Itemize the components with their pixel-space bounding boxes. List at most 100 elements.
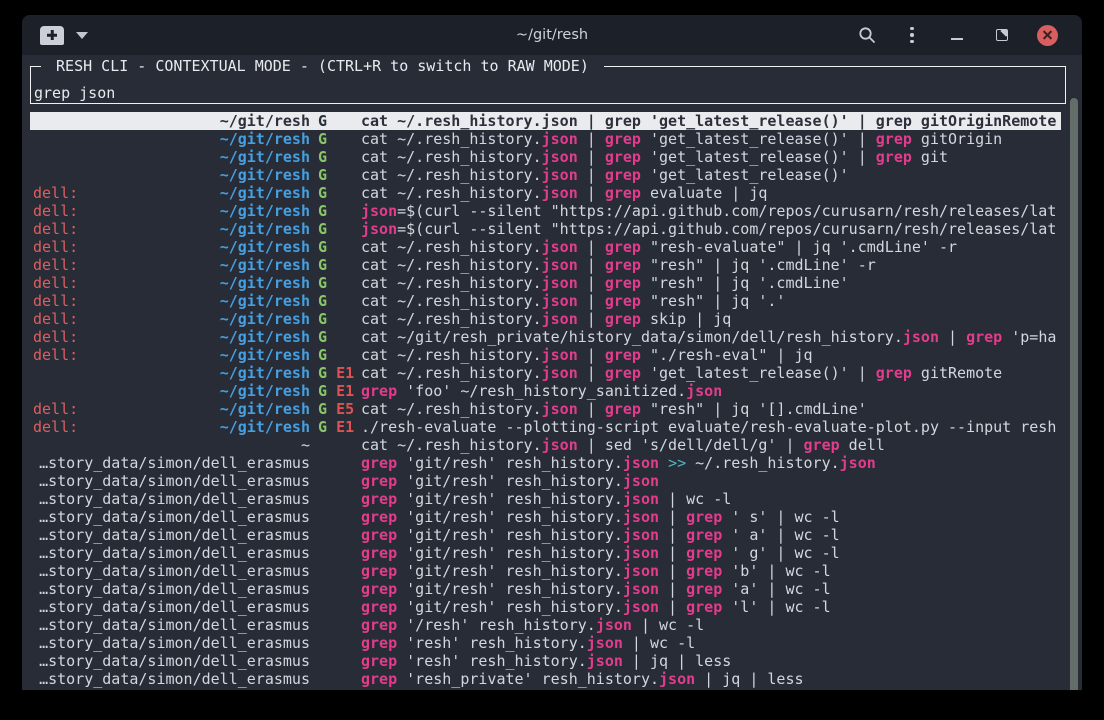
command-segment: 'git/resh' resh_history. [397,544,623,562]
match-text: json [361,220,397,238]
flags-label: G [318,292,327,310]
command-segment: | jq | less [695,670,803,688]
search-query-input[interactable]: grep json [34,84,115,102]
command-segment: cat ~/.resh_history.json | grep 'get_lat… [361,112,1056,130]
match-text: grep [605,346,641,364]
history-row[interactable]: dell:~/git/reshGcat ~/git/resh_private/h… [22,328,1082,346]
history-row[interactable]: dell:~/git/reshG E1./resh-evaluate --plo… [22,418,1082,436]
command-segment: | [578,148,605,166]
history-row[interactable]: …story_data/simon/dell_erasmusgrep '/res… [22,616,1082,634]
history-row[interactable]: …story_data/simon/dell_erasmusgrep 'git/… [22,598,1082,616]
command-segment: 'git/resh' resh_history. [397,526,623,544]
command-segment: | wc -l [632,616,704,634]
history-row[interactable]: dell:~/git/reshGcat ~/.resh_history.json… [22,292,1082,310]
command-segment: 'git/resh' resh_history. [397,562,623,580]
menu-kebab-icon[interactable] [902,25,922,45]
history-row[interactable]: …story_data/simon/dell_erasmusgrep 'resh… [22,652,1082,670]
scrollbar[interactable] [1070,98,1078,690]
flag-e5: E5 [336,400,354,418]
path-label: …story_data/simon/dell_erasmus [33,598,310,616]
command-text: cat ~/.resh_history.json | grep 'get_lat… [361,130,1066,148]
history-row[interactable]: …story_data/simon/dell_erasmusgrep 'git/… [22,454,1082,472]
history-row[interactable]: dell:~/git/reshG E5cat ~/.resh_history.j… [22,400,1082,418]
command-text: grep '/resh' resh_history.json | wc -l [361,616,1066,634]
command-text: cat ~/.resh_history.json | grep "./resh-… [361,346,1066,364]
command-segment: ~/.resh_history. [686,454,840,472]
match-text: json [542,166,578,184]
match-text: json [542,364,578,382]
path-label: ~/git/resh [33,148,310,166]
command-segment: 'get_latest_release()' | [641,148,876,166]
history-row[interactable]: dell:~/git/reshGcat ~/.resh_history.json… [22,238,1082,256]
match-text: json [623,562,659,580]
command-segment: cat ~/.resh_history. [361,436,542,454]
history-row[interactable]: …story_data/simon/dell_erasmusgrep 'git/… [22,472,1082,490]
command-segment: | [578,184,605,202]
tab-list-dropdown-icon[interactable] [76,32,88,39]
history-row[interactable]: ~/git/reshG E1grep 'foo' ~/resh_history_… [22,382,1082,400]
new-tab-button[interactable] [40,26,64,45]
command-segment: | [939,328,966,346]
minimize-button[interactable] [947,25,967,45]
command-text: cat ~/.resh_history.json | grep "resh" |… [361,400,1066,418]
command-text: cat ~/.resh_history.json | grep "resh" |… [361,256,1066,274]
close-button[interactable] [1037,25,1058,46]
match-text: grep [804,436,840,454]
match-text: json [542,256,578,274]
history-row[interactable]: dell:~/git/reshGcat ~/.resh_history.json… [22,310,1082,328]
flags-label: G E1 [318,364,354,382]
history-row[interactable]: dell:~/git/reshGcat ~/.resh_history.json… [22,274,1082,292]
path-label: …story_data/simon/dell_erasmus [33,580,310,598]
history-row[interactable]: …story_data/simon/dell_erasmusgrep 'resh… [22,670,1082,688]
history-row[interactable]: ~cat ~/.resh_history.json | sed 's/dell/… [22,436,1082,454]
match-text: grep [686,508,722,526]
match-text: grep [605,166,641,184]
history-row[interactable]: …story_data/simon/dell_erasmusgrep 'git/… [22,544,1082,562]
match-text: grep [605,364,641,382]
command-segment: | [659,598,686,616]
command-text: grep 'git/resh' resh_history.json >> ~/.… [361,454,1066,472]
history-row[interactable]: …story_data/simon/dell_erasmusgrep 'git/… [22,562,1082,580]
history-row[interactable]: dell:~/git/reshGjson=$(curl --silent "ht… [22,202,1082,220]
command-segment: =$(curl --silent "https://api.github.com… [397,202,1056,220]
command-segment: evaluate | jq [641,184,767,202]
history-row[interactable]: dell:~/git/reshGcat ~/.resh_history.json… [22,184,1082,202]
command-segment: cat ~/.resh_history. [361,364,542,382]
history-row[interactable]: dell:~/git/reshGjson=$(curl --silent "ht… [22,220,1082,238]
command-segment: | [578,400,605,418]
match-text: grep [605,148,641,166]
command-segment: cat ~/.resh_history. [361,274,542,292]
command-segment: | [578,166,605,184]
command-segment: 'foo' ~/resh_history_sanitized. [397,382,686,400]
command-segment: | [578,256,605,274]
path-label: ~/git/resh [33,220,310,238]
history-row[interactable]: ~/git/reshGcat ~/.resh_history.json | gr… [22,148,1082,166]
command-segment: dell [840,436,885,454]
history-row[interactable]: dell:~/git/reshGcat ~/.resh_history.json… [22,346,1082,364]
restore-button[interactable] [992,25,1012,45]
history-row[interactable]: ~/git/reshGcat ~/.resh_history.json | gr… [22,112,1082,130]
command-text: json=$(curl --silent "https://api.github… [361,220,1066,238]
match-text: grep [361,472,397,490]
history-row[interactable]: …story_data/simon/dell_erasmusgrep 'git/… [22,490,1082,508]
history-row[interactable]: …story_data/simon/dell_erasmusgrep 'resh… [22,634,1082,652]
history-row[interactable]: …story_data/simon/dell_erasmusgrep 'git/… [22,508,1082,526]
history-row[interactable]: …story_data/simon/dell_erasmusgrep 'git/… [22,526,1082,544]
flags-label: G [318,310,327,328]
command-segment: "resh" | jq '.' [641,292,786,310]
flag-g: G [318,184,327,202]
path-label: ~/git/resh [33,274,310,292]
history-row[interactable]: ~/git/reshG E1cat ~/.resh_history.json |… [22,364,1082,382]
match-text: json [840,454,876,472]
history-row[interactable]: ~/git/reshGcat ~/.resh_history.json | gr… [22,130,1082,148]
search-icon[interactable] [857,25,877,45]
match-text: grep [605,184,641,202]
flags-label: G [318,148,327,166]
command-text: grep 'foo' ~/resh_history_sanitized.json [361,382,1066,400]
command-segment: | [578,130,605,148]
history-row[interactable]: ~/git/reshGcat ~/.resh_history.json | gr… [22,166,1082,184]
history-row[interactable]: dell:~/git/reshGcat ~/.resh_history.json… [22,256,1082,274]
command-segment: cat ~/.resh_history. [361,166,542,184]
history-row[interactable]: …story_data/simon/dell_erasmusgrep 'git/… [22,580,1082,598]
path-label: ~/git/resh [33,364,310,382]
